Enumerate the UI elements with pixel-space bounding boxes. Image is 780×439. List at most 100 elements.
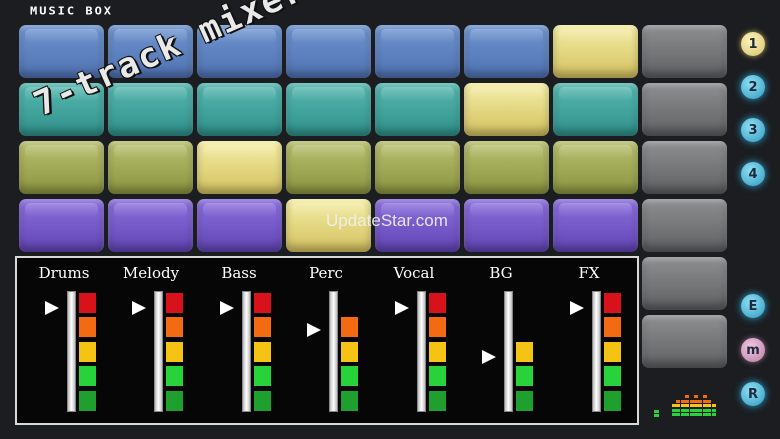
track-button-4[interactable]: 4 bbox=[741, 162, 765, 186]
pad-blue-4[interactable] bbox=[286, 25, 371, 78]
mini-eq-segment bbox=[689, 404, 694, 407]
side-pad-4[interactable] bbox=[642, 199, 727, 252]
pad-olive-7[interactable] bbox=[553, 141, 638, 194]
volume-slider-handle[interactable] bbox=[45, 301, 59, 316]
side-pad-2[interactable] bbox=[642, 83, 727, 136]
mini-eq-segment bbox=[680, 408, 685, 412]
pad-teal-4[interactable] bbox=[286, 83, 371, 136]
pad-teal-7[interactable] bbox=[553, 83, 638, 136]
pad-teal-5[interactable] bbox=[375, 83, 460, 136]
meter-segment bbox=[516, 391, 533, 411]
track-button-e[interactable]: E bbox=[741, 294, 765, 318]
pad-olive-1[interactable] bbox=[19, 141, 104, 194]
volume-slider-handle[interactable] bbox=[570, 301, 584, 316]
meter-segment bbox=[341, 342, 358, 362]
mini-equalizer bbox=[672, 391, 716, 417]
pad-teal-6[interactable] bbox=[464, 83, 549, 136]
volume-slider-track[interactable] bbox=[592, 291, 601, 412]
side-pad-column bbox=[642, 25, 727, 373]
mini-eq-segment bbox=[672, 408, 676, 412]
mini-eq-segment bbox=[711, 404, 716, 407]
pad-purple-1[interactable] bbox=[19, 199, 104, 252]
meter-segment bbox=[429, 293, 446, 313]
channel-label: BG bbox=[489, 264, 513, 282]
pad-blue-6[interactable] bbox=[464, 25, 549, 78]
volume-slider-handle[interactable] bbox=[307, 322, 321, 337]
pad-olive-4[interactable] bbox=[286, 141, 371, 194]
level-meter bbox=[254, 291, 271, 413]
pad-teal-2[interactable] bbox=[108, 83, 193, 136]
volume-slider-handle[interactable] bbox=[482, 349, 496, 364]
mini-eq-segment bbox=[694, 399, 698, 403]
track-button-1[interactable]: 1 bbox=[741, 32, 765, 56]
mini-eq-segment bbox=[707, 408, 712, 412]
track-button-r[interactable]: R bbox=[741, 382, 765, 406]
mini-eq-segment bbox=[689, 399, 694, 403]
meter-segment bbox=[604, 391, 621, 411]
meter-segment bbox=[429, 391, 446, 411]
meter-segment bbox=[166, 317, 183, 337]
meter-segment bbox=[429, 366, 446, 386]
side-pad-1[interactable] bbox=[642, 25, 727, 78]
pad-teal-3[interactable] bbox=[197, 83, 282, 136]
mini-eq-segment bbox=[680, 413, 685, 416]
mini-eq-segment bbox=[694, 404, 698, 407]
meter-segment bbox=[79, 317, 96, 337]
mini-eq-segment bbox=[676, 404, 681, 407]
mixer-channel-bg: BG bbox=[459, 258, 543, 423]
side-pad-3[interactable] bbox=[642, 141, 727, 194]
pad-purple-6[interactable] bbox=[464, 199, 549, 252]
mini-eq-segment bbox=[672, 404, 676, 407]
meter-segment bbox=[79, 342, 96, 362]
pad-olive-6[interactable] bbox=[464, 141, 549, 194]
mixer-channel-vocal: Vocal bbox=[372, 258, 456, 423]
level-meter bbox=[516, 291, 533, 413]
mini-eq-segment bbox=[702, 395, 707, 398]
mini-eq-segment bbox=[694, 413, 698, 416]
channel-label: Melody bbox=[122, 264, 180, 282]
meter-segment bbox=[79, 366, 96, 386]
volume-slider-handle[interactable] bbox=[395, 301, 409, 316]
mini-eq-segment bbox=[680, 399, 685, 403]
volume-slider-track[interactable] bbox=[504, 291, 513, 412]
mini-eq-segment bbox=[685, 408, 690, 412]
mini-eq-segment bbox=[672, 413, 676, 416]
mixer-channel-drums: Drums bbox=[22, 258, 106, 423]
meter-segment bbox=[341, 366, 358, 386]
meter-segment bbox=[604, 317, 621, 337]
channel-label: Perc bbox=[309, 264, 343, 282]
mini-eq-segment bbox=[685, 399, 690, 403]
meter-segment bbox=[604, 342, 621, 362]
mini-eq-segment bbox=[707, 404, 712, 407]
pad-olive-5[interactable] bbox=[375, 141, 460, 194]
volume-slider-handle[interactable] bbox=[220, 301, 234, 316]
volume-slider-handle[interactable] bbox=[132, 301, 146, 316]
volume-slider-track[interactable] bbox=[417, 291, 426, 412]
track-button-3[interactable]: 3 bbox=[741, 118, 765, 142]
meter-segment bbox=[254, 342, 271, 362]
pad-blue-5[interactable] bbox=[375, 25, 460, 78]
pad-purple-3[interactable] bbox=[197, 199, 282, 252]
pad-blue-7[interactable] bbox=[553, 25, 638, 78]
meter-segment bbox=[254, 366, 271, 386]
side-pad-5[interactable] bbox=[642, 257, 727, 310]
pad-purple-7[interactable] bbox=[553, 199, 638, 252]
side-pad-6[interactable] bbox=[642, 315, 727, 368]
channel-label: FX bbox=[578, 264, 600, 282]
pad-olive-3[interactable] bbox=[197, 141, 282, 194]
channel-label: Drums bbox=[38, 264, 90, 282]
track-button-m[interactable]: m bbox=[741, 338, 765, 362]
volume-slider-track[interactable] bbox=[242, 291, 251, 412]
mini-eq-segment bbox=[676, 408, 681, 412]
pad-purple-2[interactable] bbox=[108, 199, 193, 252]
volume-slider-track[interactable] bbox=[67, 291, 76, 412]
level-meter bbox=[341, 291, 358, 413]
mini-eq-segment bbox=[685, 404, 690, 407]
pad-olive-2[interactable] bbox=[108, 141, 193, 194]
mini-eq-segment bbox=[694, 395, 698, 398]
volume-slider-track[interactable] bbox=[154, 291, 163, 412]
track-button-2[interactable]: 2 bbox=[741, 75, 765, 99]
volume-slider-track[interactable] bbox=[329, 291, 338, 412]
mini-level-segment bbox=[654, 410, 659, 413]
mini-eq-segment bbox=[698, 404, 703, 407]
